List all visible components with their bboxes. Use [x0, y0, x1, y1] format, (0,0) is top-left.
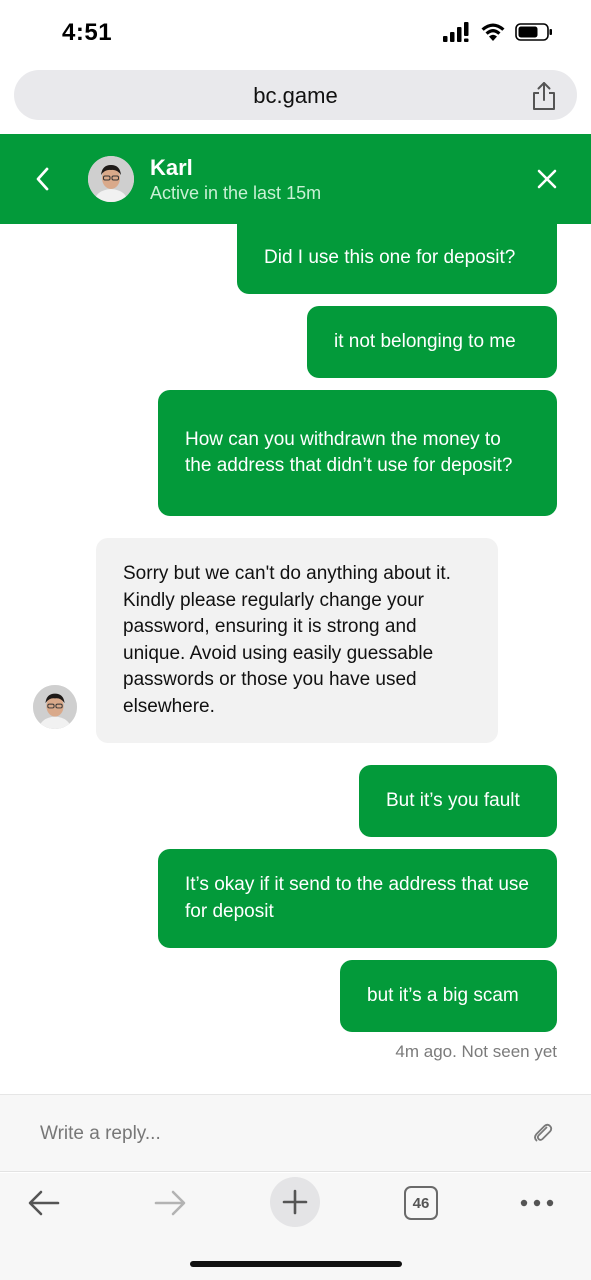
status-time: 4:51 [62, 19, 113, 46]
home-indicator [190, 1261, 402, 1267]
message-bubble-outgoing: It’s okay if it send to the address that… [158, 849, 557, 948]
wifi-icon [481, 23, 505, 41]
share-icon[interactable] [531, 81, 557, 111]
message-bubble-outgoing: but it’s a big scam [340, 960, 557, 1032]
more-button[interactable] [518, 1195, 556, 1211]
contact-status: Active in the last 15m [150, 183, 322, 203]
status-icons [443, 22, 553, 42]
message-bubble-outgoing: How can you withdrawn the money to the a… [158, 390, 557, 516]
reply-bar [0, 1094, 591, 1172]
status-bar: 4:51 [0, 0, 591, 66]
message-text: Sorry but we can't do anything about it.… [123, 563, 451, 717]
message-text: it not belonging to me [334, 330, 516, 352]
message-status: 4m ago. Not seen yet [395, 1042, 557, 1061]
tabs-button[interactable]: 46 [404, 1186, 438, 1220]
message-text: But it’s you fault [386, 789, 520, 811]
back-arrow-icon [28, 1190, 60, 1216]
message-text: How can you withdrawn the money to the a… [185, 428, 513, 477]
back-button[interactable] [24, 1185, 64, 1221]
forward-button[interactable] [150, 1185, 190, 1221]
message-bubble-outgoing: But it’s you fault [359, 765, 557, 837]
chevron-left-icon[interactable] [30, 164, 56, 194]
avatar [88, 156, 134, 202]
url-text[interactable]: bc.game [14, 83, 577, 109]
forward-arrow-icon [154, 1190, 186, 1216]
agent-avatar [33, 685, 77, 729]
new-tab-button[interactable] [270, 1177, 320, 1227]
cellular-signal-icon [443, 22, 469, 42]
tab-count: 46 [412, 1194, 430, 1212]
chat-header: Karl Active in the last 15m [0, 134, 591, 224]
close-icon[interactable] [535, 167, 559, 191]
message-bubble-outgoing: Did I use this one for deposit? [237, 222, 557, 294]
contact-name: Karl [150, 155, 193, 180]
message-text: but it’s a big scam [367, 984, 519, 1006]
more-icon [520, 1199, 554, 1207]
paperclip-icon[interactable] [531, 1121, 555, 1145]
message-text: It’s okay if it send to the address that… [185, 874, 529, 922]
url-bar[interactable]: bc.game [14, 70, 577, 120]
message-bubble-outgoing: it not belonging to me [307, 306, 557, 378]
message-bubble-incoming: Sorry but we can't do anything about it.… [96, 538, 498, 743]
plus-icon [282, 1189, 308, 1215]
reply-input[interactable] [40, 1121, 480, 1147]
message-text: Did I use this one for deposit? [264, 246, 516, 268]
battery-icon [515, 23, 552, 41]
